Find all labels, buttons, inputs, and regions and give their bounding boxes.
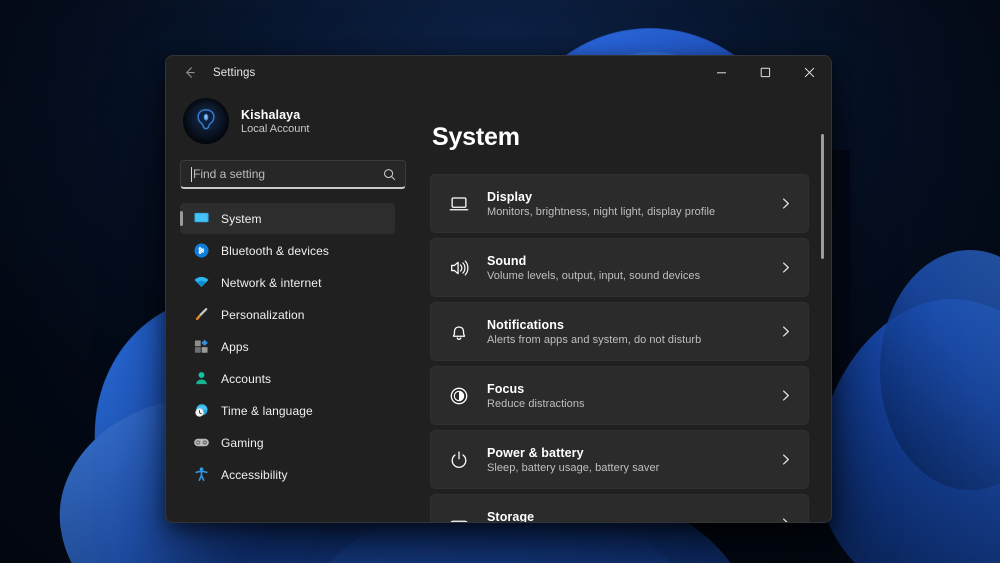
person-icon [193,370,210,387]
sidebar-item-label: Bluetooth & devices [221,244,329,258]
sidebar-item-label: Accounts [221,372,271,386]
sidebar: Kishalaya Local Account Find a setting [166,89,409,522]
search-wrapper: Find a setting [180,160,406,189]
speaker-icon [447,257,471,279]
apps-tiles-icon [193,338,210,355]
bluetooth-icon [193,242,210,259]
clock-globe-icon [193,402,210,419]
window-title: Settings [213,67,255,79]
settings-card-sound[interactable]: Sound Volume levels, output, input, soun… [430,238,809,297]
window-body: Kishalaya Local Account Find a setting [166,89,831,522]
content-scrollbar[interactable] [821,129,824,511]
chevron-right-icon[interactable] [779,325,794,338]
window-controls [699,56,831,89]
maximize-icon [760,67,771,78]
card-title: Sound [487,254,779,268]
laptop-icon [447,193,471,215]
text-caret [191,167,192,182]
settings-window: Settings [165,55,832,523]
settings-card-storage[interactable]: Storage Storage space, drives, configura… [430,494,809,522]
sidebar-item-label: Network & internet [221,276,322,290]
sidebar-item-system[interactable]: System [180,203,395,234]
sidebar-item-apps[interactable]: Apps [180,331,395,362]
sidebar-item-personalization[interactable]: Personalization [180,299,395,330]
sidebar-item-label: Accessibility [221,468,288,482]
sidebar-item-network-internet[interactable]: Network & internet [180,267,395,298]
settings-card-display[interactable]: Display Monitors, brightness, night ligh… [430,174,809,233]
account-type: Local Account [241,123,310,135]
sidebar-item-gaming[interactable]: Gaming [180,427,395,458]
back-button[interactable] [174,60,204,86]
back-arrow-icon [182,65,197,80]
desktop-wallpaper: Settings [0,0,1000,563]
alienware-avatar-icon [191,106,221,136]
bell-icon [447,321,471,343]
accessibility-person-icon [193,466,210,483]
chevron-right-icon[interactable] [779,517,794,522]
sidebar-item-label: Personalization [221,308,305,322]
chevron-right-icon[interactable] [779,197,794,210]
card-text: Display Monitors, brightness, night ligh… [487,190,779,218]
paintbrush-icon [193,306,210,323]
close-button[interactable] [787,56,831,89]
card-subtitle: Sleep, battery usage, battery saver [487,462,779,474]
maximize-button[interactable] [743,56,787,89]
chevron-right-icon[interactable] [779,261,794,274]
sidebar-item-bluetooth-devices[interactable]: Bluetooth & devices [180,235,395,266]
sidebar-item-accounts[interactable]: Accounts [180,363,395,394]
scrollbar-thumb[interactable] [821,134,824,259]
settings-card-power-battery[interactable]: Power & battery Sleep, battery usage, ba… [430,430,809,489]
search-input[interactable]: Find a setting [180,160,406,189]
main-content: System Display Monitors, brightness, nig… [409,89,831,522]
account-text: Kishalaya Local Account [241,108,310,135]
card-title: Storage [487,510,779,523]
window-titlebar[interactable]: Settings [166,56,831,89]
wifi-icon [193,274,210,291]
drive-icon [447,513,471,523]
focus-moon-icon [447,385,471,407]
card-text: Power & battery Sleep, battery usage, ba… [487,446,779,474]
minimize-button[interactable] [699,56,743,89]
card-title: Notifications [487,318,779,332]
card-subtitle: Reduce distractions [487,398,779,410]
sidebar-item-accessibility[interactable]: Accessibility [180,459,395,490]
chevron-right-icon[interactable] [779,389,794,402]
card-title: Power & battery [487,446,779,460]
avatar[interactable] [183,98,229,144]
search-icon[interactable] [383,168,396,181]
account-section[interactable]: Kishalaya Local Account [178,89,395,144]
search-placeholder: Find a setting [193,167,383,181]
monitor-icon [193,210,210,227]
settings-card-notifications[interactable]: Notifications Alerts from apps and syste… [430,302,809,361]
card-title: Display [487,190,779,204]
gamepad-icon [193,434,210,451]
settings-card-focus[interactable]: Focus Reduce distractions [430,366,809,425]
sidebar-item-label: Time & language [221,404,313,418]
magnifier-glyph-icon [383,168,396,181]
card-subtitle: Monitors, brightness, night light, displ… [487,206,779,218]
card-text: Focus Reduce distractions [487,382,779,410]
account-name: Kishalaya [241,108,310,122]
sidebar-nav: System Bluetooth & devices [178,203,395,490]
sidebar-item-label: Apps [221,340,249,354]
card-text: Notifications Alerts from apps and syste… [487,318,779,346]
power-icon [447,449,471,471]
page-title: System [432,123,809,152]
settings-card-list: Display Monitors, brightness, night ligh… [430,174,809,522]
card-subtitle: Volume levels, output, input, sound devi… [487,270,779,282]
sidebar-item-label: System [221,212,262,226]
card-title: Focus [487,382,779,396]
chevron-right-icon[interactable] [779,453,794,466]
card-subtitle: Alerts from apps and system, do not dist… [487,334,779,346]
card-text: Sound Volume levels, output, input, soun… [487,254,779,282]
minimize-icon [716,67,727,78]
sidebar-item-label: Gaming [221,436,264,450]
sidebar-item-time-language[interactable]: Time & language [180,395,395,426]
card-text: Storage Storage space, drives, configura… [487,510,779,523]
close-icon [804,67,815,78]
